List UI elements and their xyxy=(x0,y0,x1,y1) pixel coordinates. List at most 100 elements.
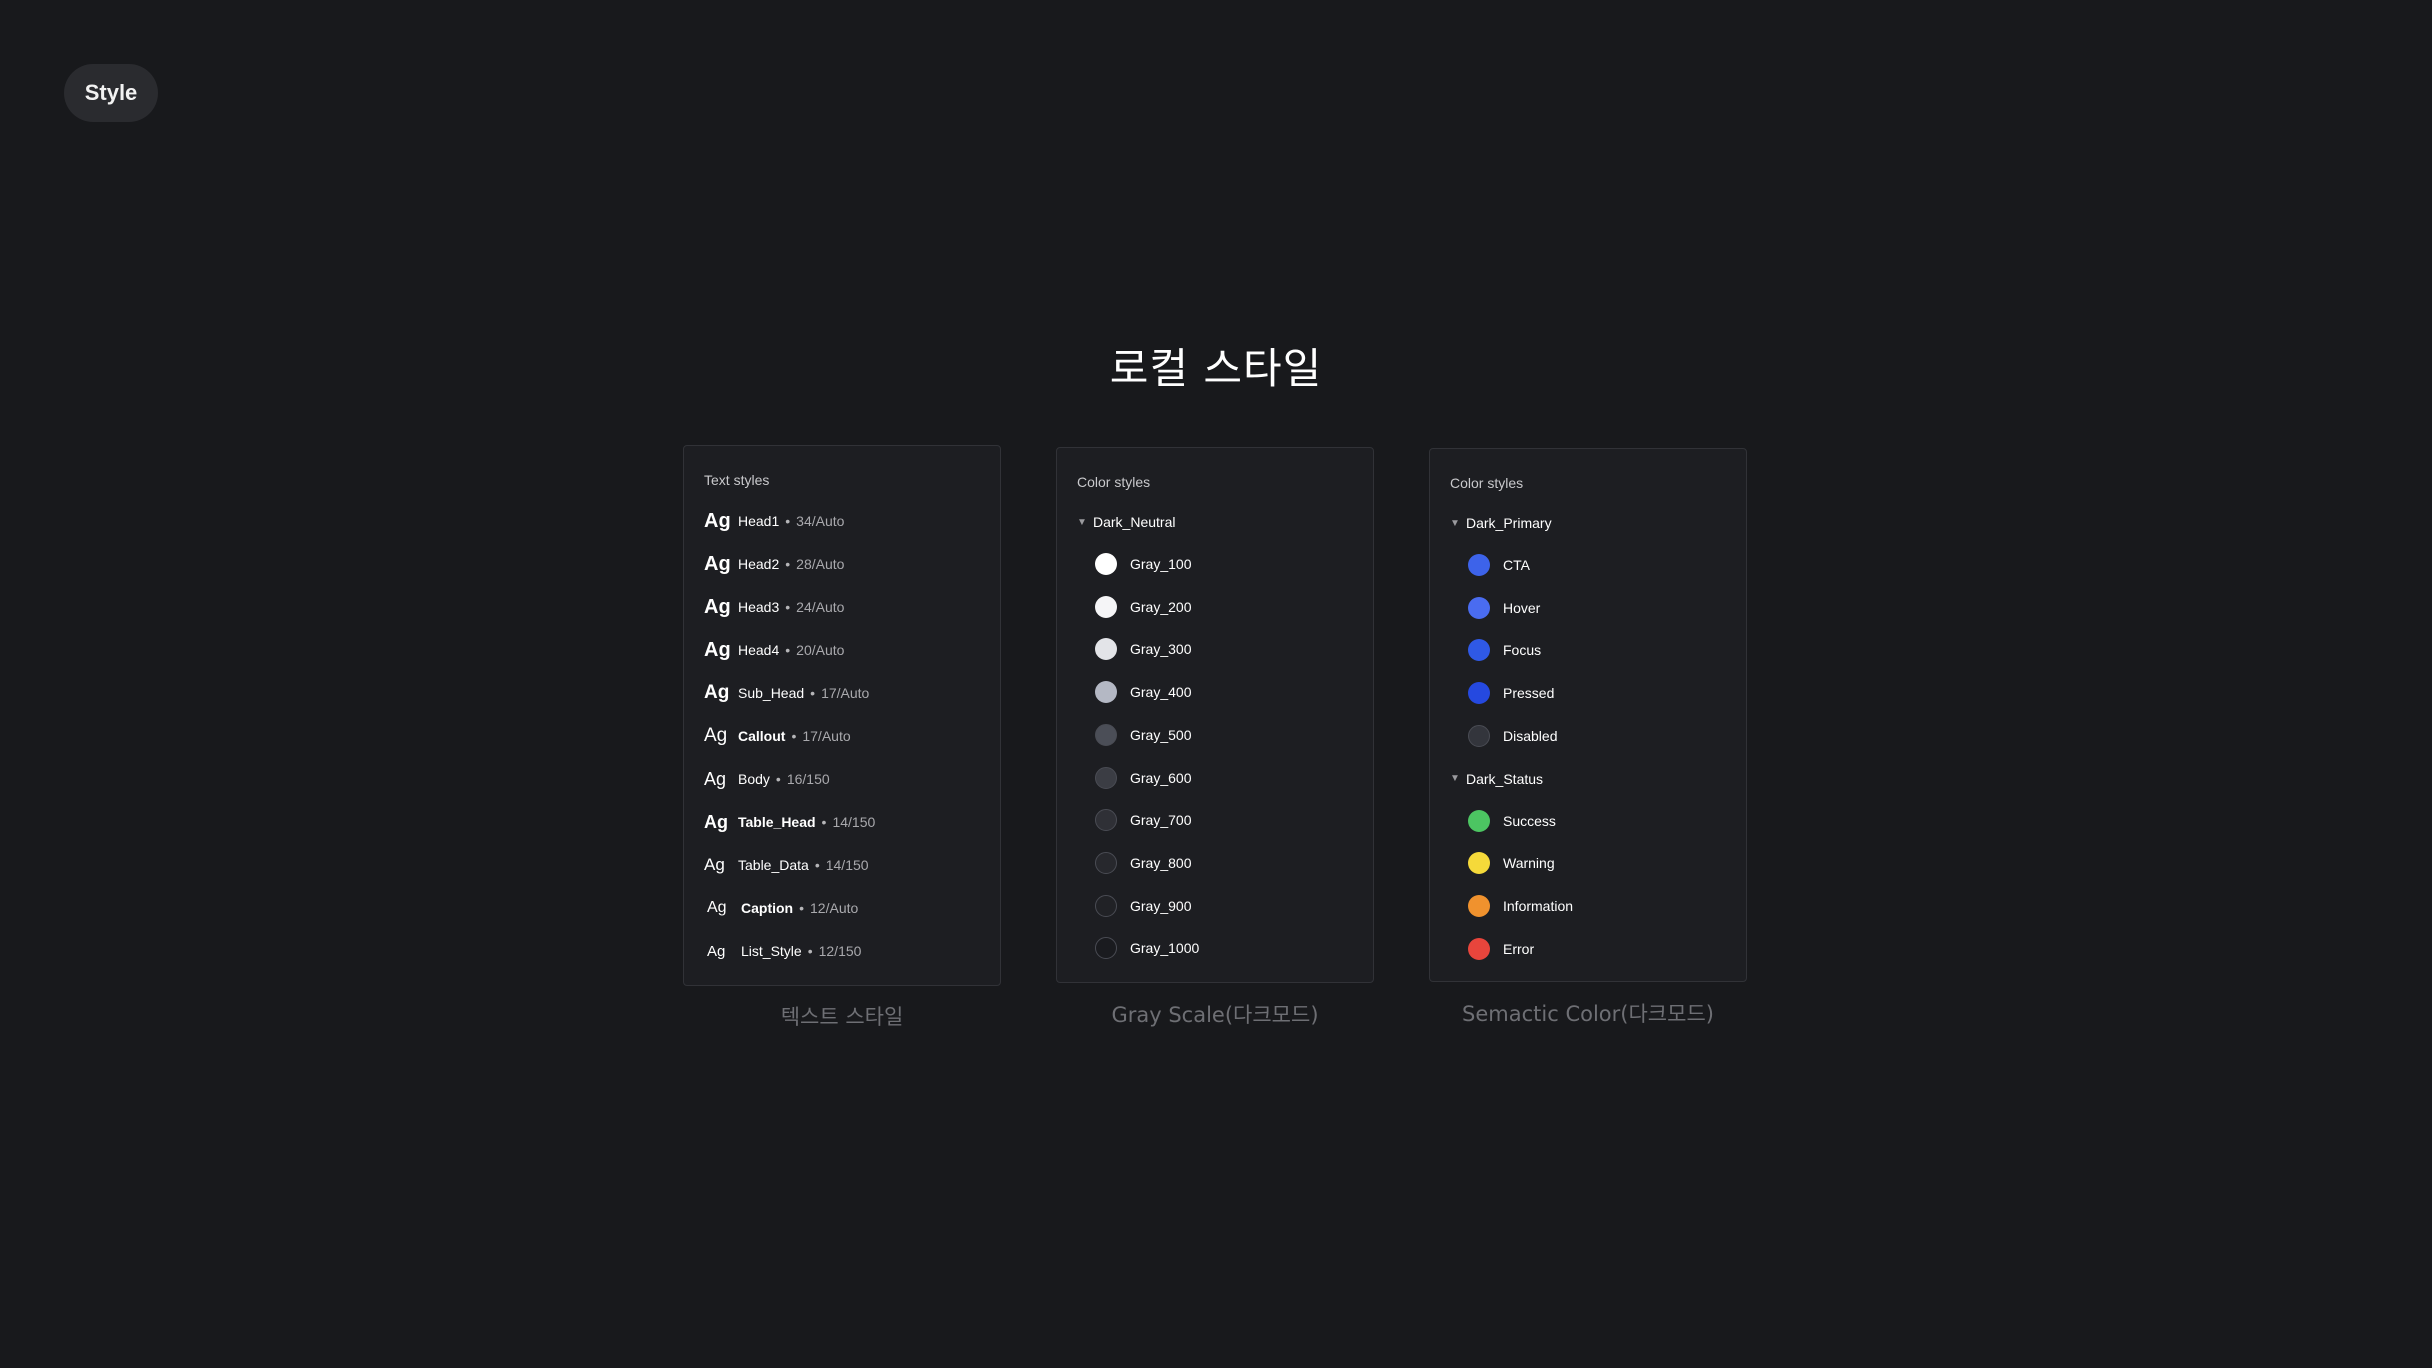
text-style-row[interactable]: Ag Callout • 17/Auto xyxy=(684,721,1000,751)
color-style-name: CTA xyxy=(1503,557,1530,573)
color-style-row[interactable]: Gray_300 xyxy=(1057,634,1373,664)
color-style-row[interactable]: Error xyxy=(1430,934,1746,964)
color-style-row[interactable]: Gray_400 xyxy=(1057,677,1373,707)
text-style-spec: 14/150 xyxy=(825,857,869,873)
text-style-spec: 24/Auto xyxy=(796,599,845,615)
text-style-spec: 12/Auto xyxy=(810,900,859,916)
text-style-spec: 20/Auto xyxy=(796,642,845,658)
color-style-row[interactable]: Gray_500 xyxy=(1057,720,1373,750)
color-swatch xyxy=(1468,852,1490,875)
separator-dot: • xyxy=(791,728,797,744)
color-style-row[interactable]: Focus xyxy=(1430,635,1746,665)
text-style-name: Sub_Head xyxy=(738,685,805,701)
text-style-name: Body xyxy=(738,771,770,787)
style-badge[interactable]: Style xyxy=(64,64,158,122)
color-style-row[interactable]: Gray_600 xyxy=(1057,763,1373,793)
color-style-name: Gray_500 xyxy=(1130,726,1192,743)
separator-dot: • xyxy=(799,900,805,916)
text-style-name: Callout xyxy=(738,728,786,744)
text-style-row[interactable]: Ag Head3 • 24/Auto xyxy=(684,592,1000,622)
color-style-row[interactable]: Gray_100 xyxy=(1057,549,1373,579)
color-swatch xyxy=(1095,894,1117,917)
text-style-sample: Ag xyxy=(704,682,730,703)
gray-scale-caption: Gray Scale(다크모드) xyxy=(1111,1003,1319,1027)
text-style-sample: Ag xyxy=(704,552,731,575)
text-styles-panel: Text styles Ag Head1 • 34/Auto Ag Head2 • 28/Au… xyxy=(683,445,1001,986)
text-style-spec: 14/150 xyxy=(832,814,876,830)
text-style-row[interactable]: Ag Table_Head • 14/150 xyxy=(684,807,1000,837)
group-dark-neutral[interactable]: ▼ Dark_Neutral xyxy=(1057,507,1373,537)
text-style-name: Head1 xyxy=(738,513,780,529)
text-style-spec: 12/150 xyxy=(818,943,862,959)
color-swatch xyxy=(1468,894,1490,917)
text-style-row[interactable]: Ag Body • 16/150 xyxy=(684,764,1000,794)
color-swatch xyxy=(1468,809,1490,832)
color-style-name: Success xyxy=(1503,812,1556,829)
text-style-name: Caption xyxy=(741,900,794,916)
text-style-row[interactable]: Ag Head1 • 34/Auto xyxy=(684,506,1000,536)
color-swatch xyxy=(1095,638,1117,661)
color-style-name: Gray_600 xyxy=(1130,769,1192,786)
color-style-row[interactable]: Gray_800 xyxy=(1057,848,1373,878)
color-style-name: Gray_1000 xyxy=(1130,940,1200,957)
page-title: 로컬 스타일 xyxy=(1109,344,1323,393)
text-style-name: Head4 xyxy=(738,642,780,658)
color-swatch xyxy=(1468,596,1490,619)
separator-dot: • xyxy=(814,857,820,873)
color-style-row[interactable]: Hover xyxy=(1430,593,1746,623)
color-swatch xyxy=(1468,554,1490,576)
color-style-row[interactable]: Warning xyxy=(1430,848,1746,878)
color-style-name: Focus xyxy=(1503,642,1542,659)
color-style-name: Error xyxy=(1503,940,1535,957)
separator-dot: • xyxy=(807,943,813,959)
color-style-name: Warning xyxy=(1503,855,1555,872)
color-style-name: Gray_200 xyxy=(1130,598,1192,615)
group-label: Dark_Status xyxy=(1466,770,1544,787)
color-style-row[interactable]: Success xyxy=(1430,806,1746,836)
text-style-sample: Ag xyxy=(704,595,731,618)
color-style-row[interactable]: Pressed xyxy=(1430,678,1746,708)
text-style-sample: Ag xyxy=(704,725,728,746)
text-style-sample: Ag xyxy=(704,638,731,661)
color-swatch xyxy=(1095,723,1117,746)
semantic-color-caption: Semactic Color(다크모드) xyxy=(1462,1002,1714,1026)
color-style-row[interactable]: Information xyxy=(1430,891,1746,921)
text-style-spec: 34/Auto xyxy=(796,513,845,529)
color-swatch xyxy=(1095,681,1117,704)
color-style-name: Gray_400 xyxy=(1130,684,1192,701)
color-style-row[interactable]: Gray_700 xyxy=(1057,805,1373,835)
color-style-row[interactable]: Disabled xyxy=(1430,721,1746,751)
text-style-spec: 16/150 xyxy=(786,771,830,787)
color-swatch xyxy=(1095,937,1117,960)
group-label: Dark_Neutral xyxy=(1093,514,1176,530)
text-style-name: Table_Head xyxy=(738,814,816,830)
color-swatch xyxy=(1468,724,1490,747)
color-swatch xyxy=(1468,937,1490,960)
chevron-down-icon: ▼ xyxy=(1450,773,1460,784)
color-style-name: Pressed xyxy=(1503,685,1555,702)
separator-dot: • xyxy=(821,814,827,830)
color-swatch xyxy=(1095,809,1117,832)
color-style-row[interactable]: CTA xyxy=(1430,550,1746,580)
text-style-spec: 28/Auto xyxy=(796,556,845,572)
gray-scale-panel: Color styles ▼ Dark_Neutral Gray_100 Gray… xyxy=(1056,447,1374,983)
text-style-sample: Ag xyxy=(704,768,727,789)
text-style-row[interactable]: Ag Head2 • 28/Auto xyxy=(684,549,1000,579)
color-style-row[interactable]: Gray_200 xyxy=(1057,592,1373,622)
color-swatch xyxy=(1095,595,1117,618)
separator-dot: • xyxy=(785,556,791,572)
color-style-row[interactable]: Gray_1000 xyxy=(1057,933,1373,963)
text-style-row[interactable]: Ag Table_Data • 14/150 xyxy=(684,850,1000,880)
text-style-sample: Ag xyxy=(704,811,728,832)
color-swatch xyxy=(1095,766,1117,789)
text-style-row[interactable]: Ag Caption • 12/Auto xyxy=(684,893,1000,923)
text-style-row[interactable]: Ag Sub_Head • 17/Auto xyxy=(684,678,1000,708)
text-style-row[interactable]: Ag List_Style • 12/150 xyxy=(684,936,1000,966)
text-style-row[interactable]: Ag Head4 • 20/Auto xyxy=(684,635,1000,665)
group-dark-status[interactable]: ▼ Dark_Status xyxy=(1430,764,1746,794)
group-dark-primary[interactable]: ▼ Dark_Primary xyxy=(1430,508,1746,538)
text-style-sample: Ag xyxy=(707,942,726,960)
color-swatch xyxy=(1468,682,1490,705)
separator-dot: • xyxy=(775,771,781,787)
color-style-row[interactable]: Gray_900 xyxy=(1057,891,1373,921)
